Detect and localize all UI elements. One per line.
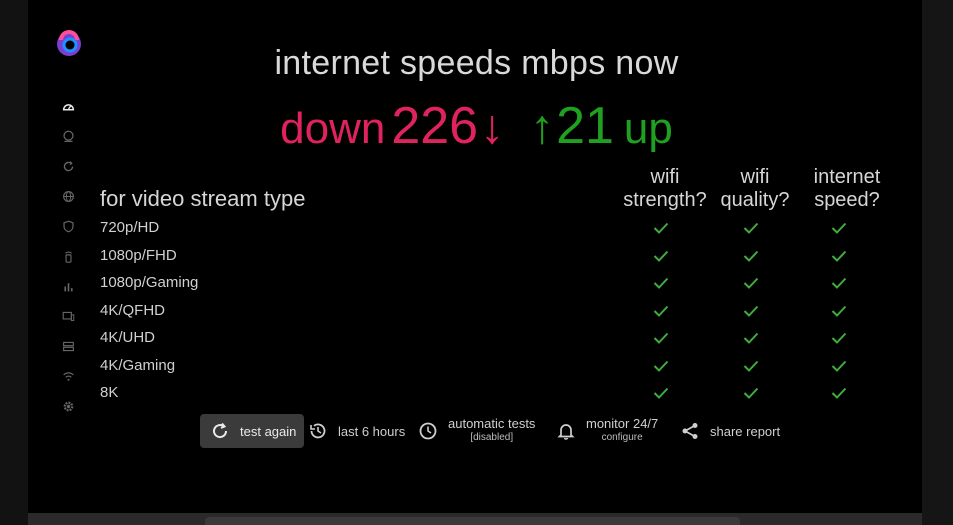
last-hours-button[interactable]: last 6 hours bbox=[308, 414, 405, 448]
check-icon bbox=[743, 222, 759, 234]
devices-icon bbox=[62, 311, 74, 321]
row-label: 720p/HD bbox=[100, 219, 160, 236]
column-header-line: wifi bbox=[650, 166, 680, 188]
column-header-line: quality? bbox=[720, 189, 790, 211]
check-icon bbox=[831, 332, 847, 344]
server-icon bbox=[62, 341, 74, 351]
refresh-icon bbox=[63, 160, 73, 171]
nav-devices[interactable] bbox=[58, 306, 78, 326]
arrow-down-icon: ↓ bbox=[480, 101, 505, 154]
monitor-configure-link[interactable]: configure bbox=[602, 431, 643, 445]
bell-icon bbox=[557, 424, 575, 440]
check-icon bbox=[743, 332, 759, 344]
action-toolbar: test again last 6 hours automatic tests … bbox=[0, 414, 953, 448]
check-icon bbox=[743, 387, 759, 399]
automatic-tests-status: [disabled] bbox=[470, 432, 514, 443]
check-icon bbox=[653, 305, 669, 317]
globe-icon bbox=[62, 190, 74, 202]
router-icon bbox=[64, 251, 72, 263]
column-header-line: strength? bbox=[623, 189, 707, 211]
check-icon bbox=[743, 277, 759, 289]
row-label: 4K/Gaming bbox=[100, 356, 176, 374]
check-icon bbox=[831, 222, 847, 234]
nav-settings[interactable] bbox=[58, 396, 78, 416]
share-report-button[interactable]: share report bbox=[680, 414, 780, 448]
page-title: internet speeds mbps now bbox=[274, 44, 679, 82]
row-label: 1080p/FHD bbox=[100, 246, 177, 264]
check-icon bbox=[743, 360, 759, 372]
nav-wifi[interactable] bbox=[58, 366, 78, 386]
row-label: 4K/UHD bbox=[100, 329, 156, 346]
last-hours-label: last 6 hours bbox=[338, 423, 406, 439]
clock-icon bbox=[419, 422, 437, 440]
download-label: down bbox=[280, 104, 386, 153]
share-report-label: share report bbox=[710, 423, 781, 439]
check-icon bbox=[831, 250, 847, 262]
history-icon bbox=[310, 423, 326, 439]
check-icon bbox=[653, 222, 669, 234]
check-icon bbox=[743, 305, 759, 317]
monitor-label: monitor 24/7 bbox=[586, 416, 659, 431]
check-icon bbox=[831, 360, 847, 372]
test-again-label: test again bbox=[240, 423, 297, 439]
column-header-wifi-strength: wifi strength? bbox=[615, 166, 715, 212]
check-icon bbox=[653, 387, 669, 399]
check-icon bbox=[831, 387, 847, 399]
nav-security[interactable] bbox=[58, 216, 78, 236]
check-icon bbox=[653, 360, 669, 372]
wifi-icon bbox=[62, 371, 74, 381]
automatic-tests-button[interactable]: automatic tests [disabled] bbox=[418, 414, 535, 448]
check-icon bbox=[831, 305, 847, 317]
upload-label: up bbox=[623, 104, 673, 153]
share-icon bbox=[682, 423, 698, 439]
check-icon bbox=[831, 277, 847, 289]
bottom-handle bbox=[205, 517, 740, 525]
nav-router[interactable] bbox=[58, 246, 78, 266]
download-value: 226 bbox=[391, 97, 479, 155]
nav-refresh[interactable] bbox=[58, 156, 78, 176]
monitor-button[interactable]: monitor 24/7 configure bbox=[556, 414, 658, 448]
arrow-up-icon: ↑ bbox=[530, 101, 555, 154]
nav-globe[interactable] bbox=[58, 186, 78, 206]
test-again-button[interactable]: test again bbox=[200, 414, 305, 448]
row-label: 1080p/Gaming bbox=[100, 274, 199, 291]
settings-icon bbox=[63, 401, 73, 411]
upload-value: 21 bbox=[556, 97, 614, 155]
row-label: 8K bbox=[100, 384, 119, 401]
column-header-line: speed? bbox=[814, 189, 880, 211]
column-header-wifi-quality: wifi quality? bbox=[705, 166, 805, 212]
column-header-internet-speed: internet speed? bbox=[797, 166, 897, 212]
nav-stats[interactable] bbox=[58, 276, 78, 296]
check-icon bbox=[653, 250, 669, 262]
check-icon bbox=[743, 250, 759, 262]
refresh-icon bbox=[213, 422, 228, 439]
column-header-line: wifi bbox=[740, 166, 770, 188]
shield-icon bbox=[62, 220, 74, 232]
speed-readout: down 226↓ ↑21 up bbox=[0, 96, 953, 156]
table-title: for video stream type bbox=[100, 186, 306, 211]
check-icon bbox=[653, 332, 669, 344]
nav-servers[interactable] bbox=[58, 336, 78, 356]
bar-chart-icon bbox=[63, 282, 73, 291]
column-header-line: internet bbox=[813, 166, 881, 188]
automatic-tests-label: automatic tests bbox=[448, 416, 536, 431]
row-label: 4K/QFHD bbox=[100, 301, 166, 319]
check-icon bbox=[653, 277, 669, 289]
